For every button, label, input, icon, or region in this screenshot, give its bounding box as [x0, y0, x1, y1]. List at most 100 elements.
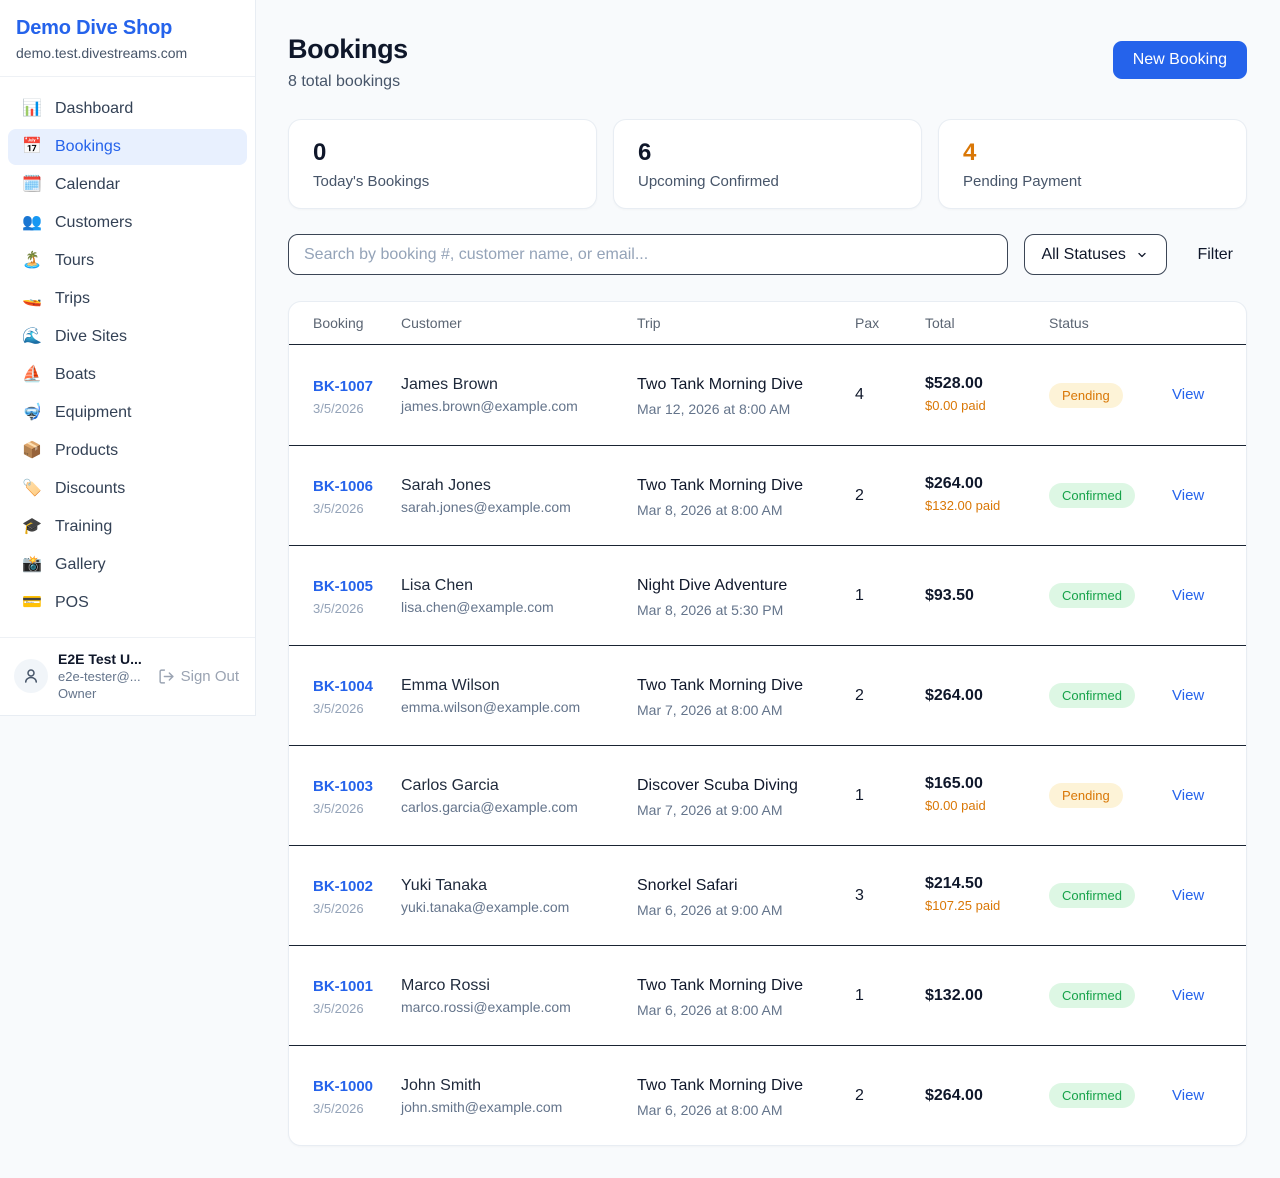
sidebar-item-label: Gallery — [55, 556, 106, 574]
booking-link[interactable]: BK-1001 — [313, 975, 373, 999]
customer-email: sarah.jones@example.com — [401, 499, 627, 515]
user-section: E2E Test U... e2e-tester@... Owner Sign … — [0, 637, 255, 715]
customer-email: james.brown@example.com — [401, 398, 627, 414]
trip-datetime: Mar 8, 2026 at 5:30 PM — [637, 602, 845, 618]
customer-name: James Brown — [401, 376, 627, 394]
table-row: BK-1003 3/5/2026 Carlos Garcia carlos.ga… — [289, 745, 1246, 845]
pax-value: 1 — [855, 587, 925, 605]
booking-link[interactable]: BK-1007 — [313, 375, 373, 399]
pax-value: 1 — [855, 987, 925, 1005]
avatar — [14, 659, 48, 693]
view-link[interactable]: View — [1172, 487, 1204, 504]
sidebar-item-bookings[interactable]: 📅 Bookings — [8, 129, 247, 165]
booking-link[interactable]: BK-1005 — [313, 575, 373, 599]
trip-datetime: Mar 8, 2026 at 8:00 AM — [637, 502, 845, 518]
customer-name: Carlos Garcia — [401, 777, 627, 795]
total-amount: $214.50 — [925, 875, 1039, 893]
sidebar-item-pos[interactable]: 💳 POS — [8, 585, 247, 621]
stat-card-pending-payment: 4 Pending Payment — [938, 119, 1247, 209]
booking-date: 3/5/2026 — [313, 1001, 391, 1016]
booking-date: 3/5/2026 — [313, 801, 391, 816]
customer-name: Marco Rossi — [401, 977, 627, 995]
sidebar-item-label: Training — [55, 518, 112, 536]
sidebar-item-label: Boats — [55, 366, 96, 384]
customer-name: Sarah Jones — [401, 477, 627, 495]
stat-label: Pending Payment — [963, 173, 1222, 190]
new-booking-button[interactable]: New Booking — [1113, 41, 1247, 79]
booking-link[interactable]: BK-1003 — [313, 775, 373, 799]
customer-email: carlos.garcia@example.com — [401, 799, 627, 815]
sidebar-item-label: Calendar — [55, 176, 120, 194]
page-subtitle: 8 total bookings — [288, 73, 408, 91]
calendar-date-icon: 📅 — [22, 139, 42, 155]
trip-name: Two Tank Morning Dive — [637, 474, 807, 498]
stat-value: 4 — [963, 139, 1222, 167]
sidebar-item-discounts[interactable]: 🏷️ Discounts — [8, 471, 247, 507]
total-amount: $264.00 — [925, 475, 1039, 493]
sidebar-item-trips[interactable]: 🚤 Trips — [8, 281, 247, 317]
view-link[interactable]: View — [1172, 687, 1204, 704]
view-link[interactable]: View — [1172, 1087, 1204, 1104]
status-filter-value: All Statuses — [1041, 246, 1125, 264]
sidebar-item-tours[interactable]: 🏝️ Tours — [8, 243, 247, 279]
column-header-total: Total — [925, 315, 1049, 331]
trip-name: Two Tank Morning Dive — [637, 1074, 807, 1098]
filter-button[interactable]: Filter — [1183, 246, 1247, 264]
booking-link[interactable]: BK-1002 — [313, 875, 373, 899]
sidebar-item-dive-sites[interactable]: 🌊 Dive Sites — [8, 319, 247, 355]
sign-out-button[interactable]: Sign Out — [158, 668, 239, 685]
wave-icon: 🌊 — [22, 329, 42, 345]
view-link[interactable]: View — [1172, 787, 1204, 804]
status-filter-select[interactable]: All Statuses — [1024, 234, 1167, 275]
trip-datetime: Mar 12, 2026 at 8:00 AM — [637, 401, 845, 417]
search-input[interactable] — [288, 234, 1008, 275]
trip-datetime: Mar 6, 2026 at 9:00 AM — [637, 902, 845, 918]
sidebar-item-customers[interactable]: 👥 Customers — [8, 205, 247, 241]
view-link[interactable]: View — [1172, 887, 1204, 904]
bookings-table: Booking Customer Trip Pax Total Status B… — [288, 301, 1247, 1146]
column-header-pax: Pax — [855, 315, 925, 331]
total-amount: $93.50 — [925, 587, 1039, 605]
customer-name: Lisa Chen — [401, 577, 627, 595]
booking-link[interactable]: BK-1000 — [313, 1075, 373, 1099]
sign-out-label: Sign Out — [181, 668, 239, 685]
view-link[interactable]: View — [1172, 587, 1204, 604]
paid-amount: $0.00 paid — [925, 797, 1015, 815]
stat-label: Upcoming Confirmed — [638, 173, 897, 190]
sidebar-item-training[interactable]: 🎓 Training — [8, 509, 247, 545]
sidebar-item-label: Products — [55, 442, 118, 460]
page-title: Bookings — [288, 34, 408, 65]
table-row: BK-1002 3/5/2026 Yuki Tanaka yuki.tanaka… — [289, 845, 1246, 945]
booking-link[interactable]: BK-1006 — [313, 475, 373, 499]
total-amount: $528.00 — [925, 375, 1039, 393]
sidebar-item-label: POS — [55, 594, 89, 612]
paid-amount: $0.00 paid — [925, 397, 1015, 415]
table-row: BK-1001 3/5/2026 Marco Rossi marco.rossi… — [289, 945, 1246, 1045]
user-email: e2e-tester@... — [58, 669, 142, 684]
total-amount: $165.00 — [925, 775, 1039, 793]
stat-value: 6 — [638, 139, 897, 167]
trip-name: Two Tank Morning Dive — [637, 373, 807, 397]
sidebar-item-equipment[interactable]: 🤿 Equipment — [8, 395, 247, 431]
user-role: Owner — [58, 686, 142, 701]
sidebar-item-products[interactable]: 📦 Products — [8, 433, 247, 469]
trip-datetime: Mar 6, 2026 at 8:00 AM — [637, 1002, 845, 1018]
sidebar-item-dashboard[interactable]: 📊 Dashboard — [8, 91, 247, 127]
logout-icon — [158, 668, 175, 685]
sidebar-item-boats[interactable]: ⛵ Boats — [8, 357, 247, 393]
status-badge: Confirmed — [1049, 483, 1135, 508]
status-badge: Confirmed — [1049, 683, 1135, 708]
trip-datetime: Mar 7, 2026 at 9:00 AM — [637, 802, 845, 818]
view-link[interactable]: View — [1172, 987, 1204, 1004]
package-icon: 📦 — [22, 443, 42, 459]
sidebar-item-calendar[interactable]: 🗓️ Calendar — [8, 167, 247, 203]
booking-link[interactable]: BK-1004 — [313, 675, 373, 699]
island-icon: 🏝️ — [22, 253, 42, 269]
sidebar-item-gallery[interactable]: 📸 Gallery — [8, 547, 247, 583]
booking-date: 3/5/2026 — [313, 901, 391, 916]
sidebar-item-label: Equipment — [55, 404, 132, 422]
spiral-calendar-icon: 🗓️ — [22, 177, 42, 193]
pax-value: 2 — [855, 687, 925, 705]
view-link[interactable]: View — [1172, 386, 1204, 403]
main-content: Bookings 8 total bookings New Booking 0 … — [256, 0, 1280, 1178]
